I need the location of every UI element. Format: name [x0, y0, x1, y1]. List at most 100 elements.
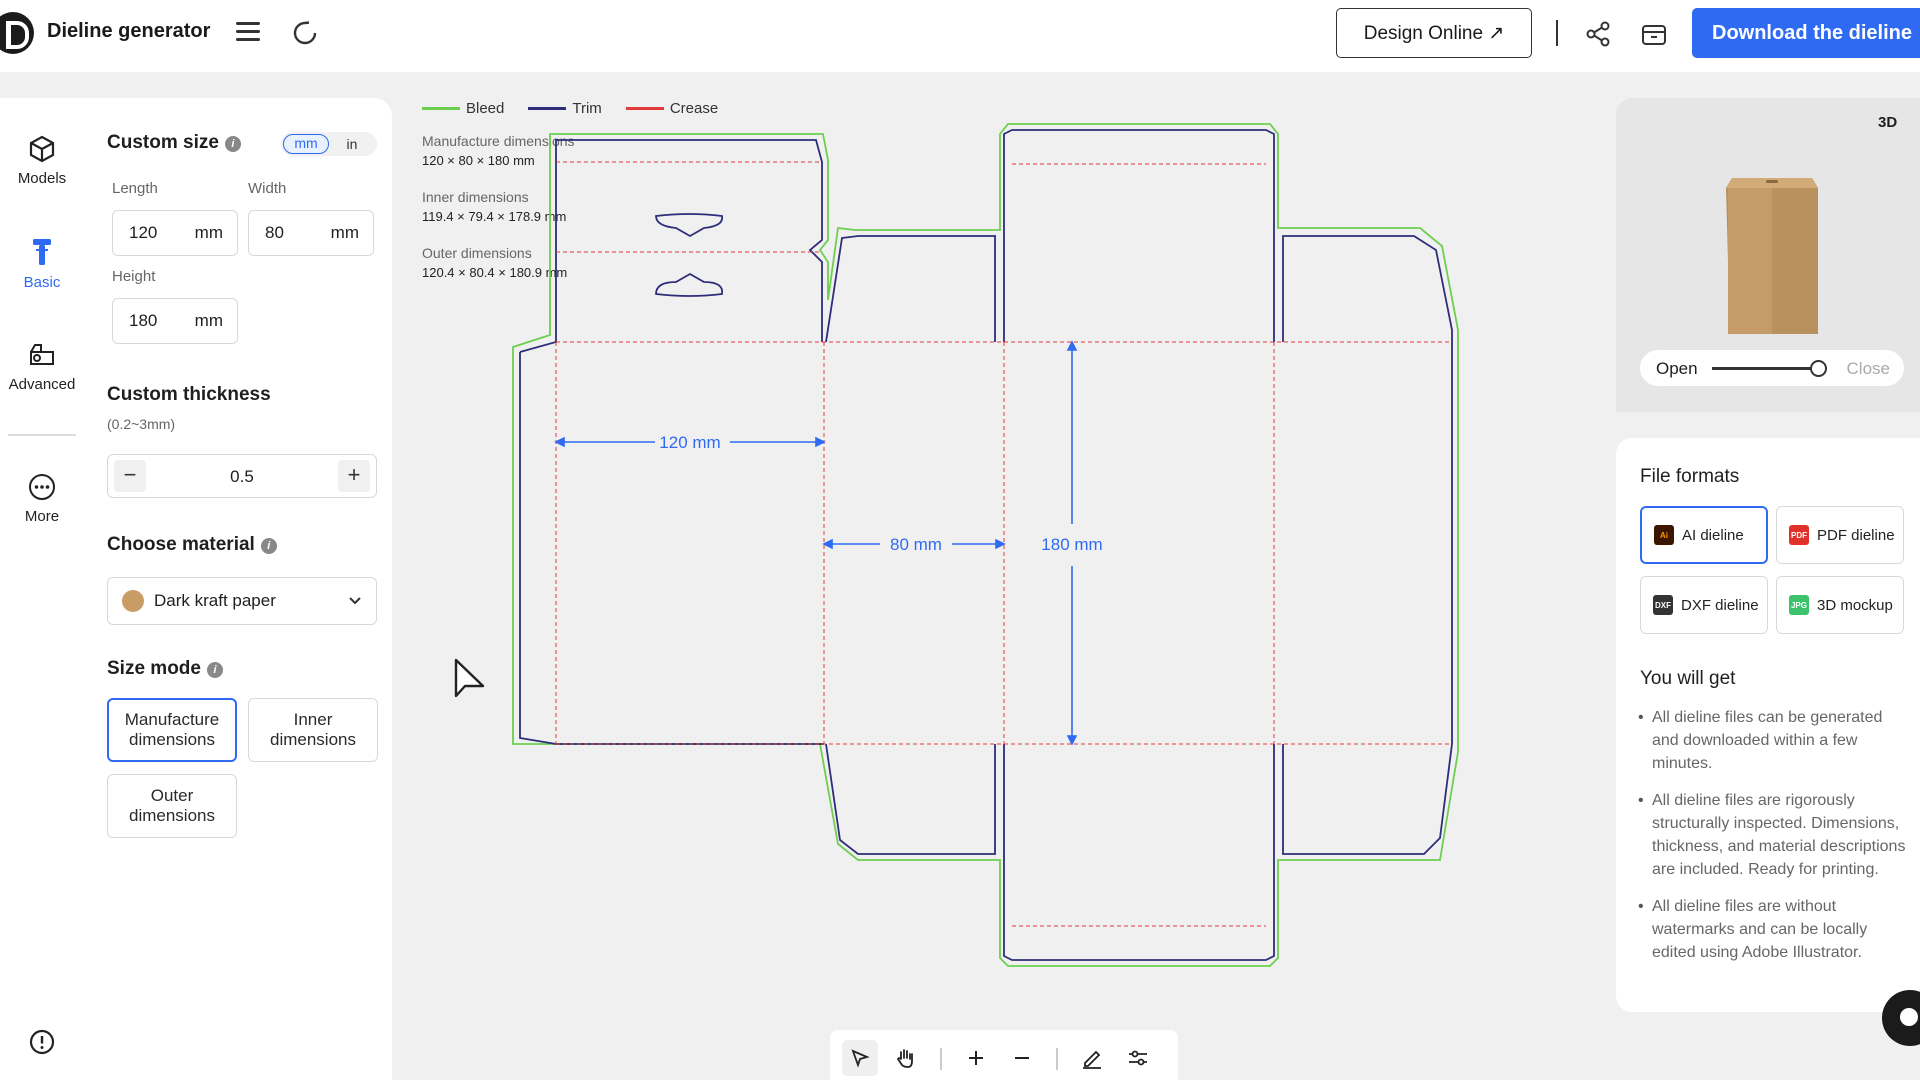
dxf-dieline-button[interactable]: DXF DXF dieline	[1640, 576, 1768, 634]
custom-size-title: Custom size i	[107, 132, 241, 154]
toolbar-divider	[1056, 1048, 1058, 1070]
length-unit: mm	[194, 223, 223, 242]
header-divider	[1556, 20, 1558, 46]
nav-advanced[interactable]: Advanced	[0, 340, 84, 393]
nav-more-label: More	[24, 508, 60, 525]
refresh-icon[interactable]	[292, 20, 318, 46]
cube-icon	[29, 135, 55, 163]
feedback-alert-icon[interactable]	[28, 1028, 56, 1056]
dxf-dieline-label: DXF dieline	[1681, 596, 1759, 614]
pdf-dieline-label: PDF dieline	[1817, 526, 1895, 544]
nav-models[interactable]: Models	[0, 134, 84, 187]
pointer-icon	[851, 1049, 870, 1068]
trim-line-swatch	[528, 107, 567, 110]
select-tool[interactable]	[842, 1040, 878, 1076]
bleed-line-swatch	[422, 107, 460, 110]
width-dimension-label: 80 mm	[890, 535, 942, 554]
side-nav: Models Basic Advanced More	[0, 98, 84, 1080]
legend-bleed: Bleed	[422, 100, 504, 117]
ai-dieline-button[interactable]: Ai AI dieline	[1640, 506, 1768, 564]
share-icon[interactable]	[1584, 20, 1612, 48]
trim-outline	[519, 129, 1453, 961]
zoom-in-button[interactable]	[958, 1040, 994, 1076]
size-mode-title-text: Size mode	[107, 658, 201, 679]
unit-toggle[interactable]: mm in	[281, 132, 377, 156]
3d-badge[interactable]: 3D	[1878, 114, 1897, 131]
thickness-range-note: (0.2~3mm)	[107, 416, 176, 432]
custom-size-title-text: Custom size	[107, 132, 219, 153]
height-dimension-label: 180 mm	[1041, 535, 1102, 554]
crease-line-swatch	[625, 107, 664, 110]
advanced-icon	[30, 344, 54, 365]
legend-trim: Trim	[528, 100, 602, 117]
length-label: Length	[112, 180, 158, 197]
custom-thickness-title: Custom thickness	[107, 384, 271, 405]
material-select[interactable]: Dark kraft paper	[107, 577, 377, 625]
unit-mm-option[interactable]: mm	[283, 134, 329, 154]
sliders-icon	[1129, 1050, 1147, 1066]
open-close-slider[interactable]: Open Close	[1640, 350, 1904, 386]
adjust-tool[interactable]	[1120, 1040, 1156, 1076]
nav-basic[interactable]: Basic	[0, 236, 84, 291]
length-value: 120	[129, 223, 158, 242]
width-unit: mm	[330, 223, 359, 242]
design-online-button[interactable]: Design Online ↗	[1336, 8, 1532, 58]
thickness-increment-button[interactable]: +	[338, 460, 370, 492]
slider-handle[interactable]	[1810, 360, 1828, 377]
list-item: All dieline files can be generated and d…	[1638, 706, 1910, 775]
benefits-list: All dieline files can be generated and d…	[1638, 706, 1910, 978]
slider-track[interactable]	[1712, 367, 1824, 370]
legend-bleed-label: Bleed	[466, 100, 505, 117]
nav-more[interactable]: More	[0, 472, 84, 525]
info-icon[interactable]: i	[206, 662, 223, 678]
top-bar: Dieline generator Design Online ↗ Downlo…	[0, 0, 1920, 72]
list-item: All dieline files are rigorously structu…	[1638, 789, 1910, 881]
hamburger-menu-icon[interactable]	[236, 22, 260, 42]
3d-preview-panel[interactable]: 3D Open Close	[1616, 98, 1920, 412]
package-icon[interactable]	[1640, 20, 1668, 48]
unit-in-option[interactable]: in	[329, 134, 375, 154]
info-icon[interactable]: i	[224, 136, 241, 152]
mouse-cursor-icon	[454, 658, 485, 698]
pan-tool[interactable]	[888, 1040, 924, 1076]
length-dimension-label: 120 mm	[659, 433, 720, 452]
legend-crease: Crease	[625, 100, 718, 117]
bleed-outline	[512, 123, 1459, 967]
app-logo	[0, 12, 34, 54]
width-input[interactable]: 80 mm	[248, 210, 374, 256]
illustrator-icon: Ai	[1654, 525, 1674, 545]
nav-advanced-label: Advanced	[8, 376, 76, 393]
dieline-canvas[interactable]: 120 mm 80 mm 180 mm	[500, 118, 1480, 978]
size-mode-title: Size mode i	[107, 658, 223, 680]
inner-dimensions-button[interactable]: Inner dimensions	[248, 698, 378, 762]
height-input[interactable]: 180 mm	[112, 298, 238, 344]
legend-trim-label: Trim	[572, 100, 602, 117]
thickness-stepper: − 0.5 +	[107, 454, 377, 498]
thickness-value[interactable]: 0.5	[108, 467, 376, 487]
pen-icon	[1083, 1050, 1101, 1069]
info-icon[interactable]: i	[260, 538, 277, 554]
width-value: 80	[265, 223, 284, 242]
edit-tool[interactable]	[1074, 1040, 1110, 1076]
nav-basic-label: Basic	[23, 274, 61, 291]
manufacture-dimensions-button[interactable]: Manufacture dimensions	[107, 698, 237, 762]
3d-mockup-button[interactable]: JPG 3D mockup	[1776, 576, 1904, 634]
height-unit: mm	[194, 311, 223, 330]
material-swatch	[122, 590, 144, 612]
3d-mockup-label: 3D mockup	[1817, 596, 1893, 614]
pdf-dieline-button[interactable]: PDF PDF dieline	[1776, 506, 1904, 564]
zoom-out-button[interactable]	[1004, 1040, 1040, 1076]
download-dieline-button[interactable]: Download the dieline	[1692, 8, 1920, 58]
hand-icon	[896, 1049, 913, 1068]
length-input[interactable]: 120 mm	[112, 210, 238, 256]
width-label: Width	[248, 180, 287, 197]
list-item: All dieline files are without watermarks…	[1638, 895, 1910, 964]
nav-models-label: Models	[17, 170, 67, 187]
toolbar-divider	[940, 1048, 942, 1070]
ai-dieline-label: AI dieline	[1682, 526, 1744, 544]
choose-material-title: Choose material i	[107, 534, 277, 556]
choose-material-title-text: Choose material	[107, 534, 255, 555]
file-formats-panel: File formats Ai AI dieline PDF PDF dieli…	[1616, 438, 1920, 1012]
minus-icon	[1015, 1057, 1029, 1059]
outer-dimensions-button[interactable]: Outer dimensions	[107, 774, 237, 838]
